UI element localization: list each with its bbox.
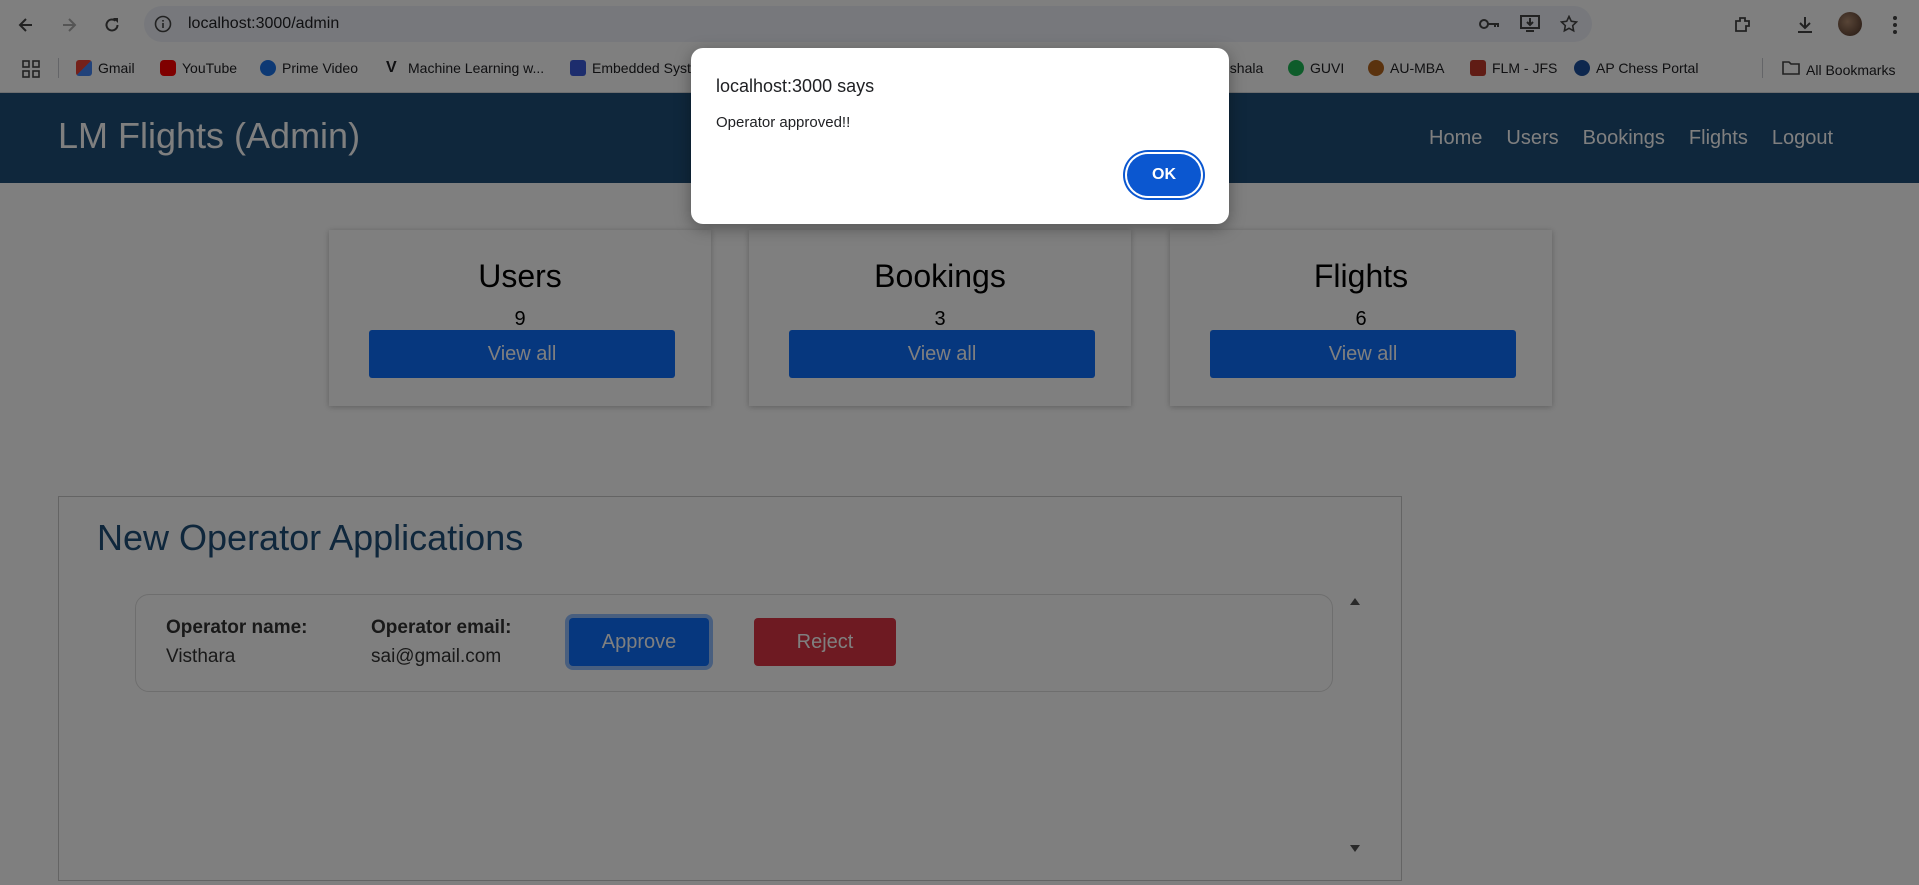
- alert-dialog: localhost:3000 says Operator approved!! …: [691, 48, 1229, 224]
- dialog-message: Operator approved!!: [716, 114, 851, 131]
- ok-button[interactable]: OK: [1127, 154, 1201, 196]
- dialog-title: localhost:3000 says: [716, 76, 875, 96]
